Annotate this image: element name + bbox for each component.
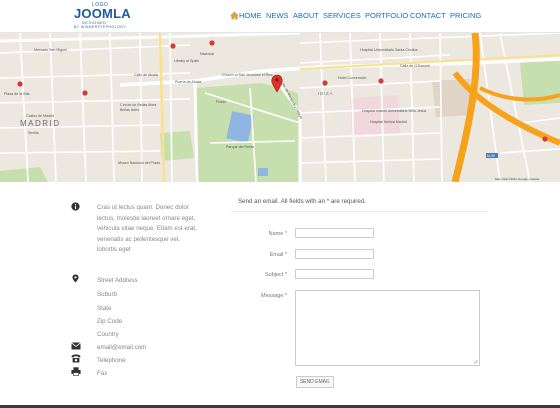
pond-small bbox=[258, 168, 268, 176]
form-title: Send an email. All fields with an * are … bbox=[238, 198, 366, 205]
nav-about[interactable]: ABOUT bbox=[293, 11, 319, 20]
hospital-zone bbox=[350, 95, 400, 135]
resize-grip-icon[interactable] bbox=[473, 359, 478, 364]
email-input[interactable] bbox=[295, 249, 374, 259]
map-label-sevilla: Sevilla bbox=[28, 131, 39, 135]
fax-icon bbox=[71, 367, 81, 376]
address-country: Country bbox=[97, 331, 119, 338]
map-label-plaza-villa: Plaza de la Villa bbox=[4, 92, 30, 96]
nav-home[interactable]: HOME bbox=[239, 11, 262, 20]
address-zip: Zip Code bbox=[97, 318, 123, 325]
map-label-alcala: Puerta de Alcalá bbox=[175, 80, 201, 84]
email-icon bbox=[71, 342, 81, 350]
park-botanico bbox=[160, 131, 194, 161]
map-label-m30: M-30 bbox=[487, 154, 495, 158]
map-label-museo: Museo Nacional del Prado bbox=[118, 161, 160, 165]
name-label: Name * bbox=[268, 231, 287, 237]
address-street: Street Address bbox=[97, 277, 138, 284]
address-state: State bbox=[97, 305, 112, 312]
site-logo[interactable]: LOGO JOOMLA DESIGNED BY WINNERSTEPHOLOGY bbox=[74, 2, 134, 30]
logo-main-text: JOOMLA bbox=[74, 6, 131, 21]
telephone-icon bbox=[71, 354, 81, 363]
email-label: Email * bbox=[269, 252, 287, 258]
map-label-prado: Prado bbox=[216, 100, 226, 104]
send-email-button[interactable]: SEND EMAIL bbox=[296, 376, 334, 388]
contact-email[interactable]: email@email.com bbox=[97, 344, 146, 351]
info-icon bbox=[71, 202, 80, 211]
map-label-hosp2: Hospital Infantil Universitario Niño Jes… bbox=[362, 109, 427, 113]
map-label-calle-alcala: Calle de Alcalá bbox=[134, 73, 158, 77]
name-input[interactable] bbox=[295, 228, 374, 238]
map-label-district: MADRID bbox=[20, 119, 61, 128]
address-suburb: Suburb bbox=[97, 291, 117, 298]
nav-news[interactable]: NEWS bbox=[266, 11, 289, 20]
nav-services[interactable]: SERVICES bbox=[323, 11, 361, 20]
map-label-parque: Parque del Retiro bbox=[226, 145, 254, 149]
nav-contact[interactable]: CONTACT bbox=[410, 11, 446, 20]
nav-pricing[interactable]: PRICING bbox=[450, 11, 481, 20]
form-divider bbox=[231, 211, 488, 212]
map-label-nacional: Nacional bbox=[200, 52, 214, 56]
nav-portfolio[interactable]: PORTFOLIO bbox=[365, 11, 408, 20]
map-label-hosp3: Hospital Ibérica Madrid bbox=[370, 120, 407, 124]
message-label: Message * bbox=[261, 293, 287, 299]
subject-label: Subject * bbox=[264, 272, 287, 278]
location-map[interactable]: MADRID Mercado San Miguel Nacional Libra… bbox=[0, 33, 560, 182]
subject-input[interactable] bbox=[295, 269, 374, 279]
location-marker-icon bbox=[72, 274, 79, 283]
site-header: LOGO JOOMLA DESIGNED BY WINNERSTEPHOLOGY… bbox=[0, 0, 560, 33]
contact-section: Cras ut lectus quam. Donec dolor lectus,… bbox=[0, 182, 560, 408]
map-label-bellas-circle: Círculo de Bellas Artes bbox=[120, 103, 157, 107]
map-label-ibiza: IBIZA bbox=[318, 91, 333, 96]
map-label-convencion: Hotel Convención bbox=[338, 76, 366, 80]
map-label-bellas: Bellas Artes bbox=[120, 108, 139, 112]
logo-tagline: BY WINNERSTEPHOLOGY bbox=[74, 25, 127, 29]
contact-fax: Fax bbox=[97, 370, 108, 377]
home-icon bbox=[230, 11, 239, 20]
map-copyright: Map data ©2014 Google, basado bbox=[495, 177, 540, 181]
map-label-hospital: Hospital Universitario Santa Cristina bbox=[360, 48, 418, 52]
map-label-church: Church of San Jerónimo el Real bbox=[222, 73, 273, 77]
message-textarea[interactable] bbox=[295, 290, 480, 366]
map-canvas[interactable]: MADRID Mercado San Miguel Nacional Libra… bbox=[0, 33, 560, 182]
map-label-odonnell: Calle de O'Donnell bbox=[400, 64, 430, 68]
map-label-library: Library of Spain bbox=[174, 59, 199, 63]
map-label-mercado: Mercado San Miguel bbox=[34, 48, 67, 52]
map-label-casino: Casino de Madrid bbox=[26, 114, 54, 118]
contact-telephone: Telephone bbox=[97, 357, 126, 364]
contact-description: Cras ut lectus quam. Donec dolor lectus,… bbox=[97, 204, 197, 253]
